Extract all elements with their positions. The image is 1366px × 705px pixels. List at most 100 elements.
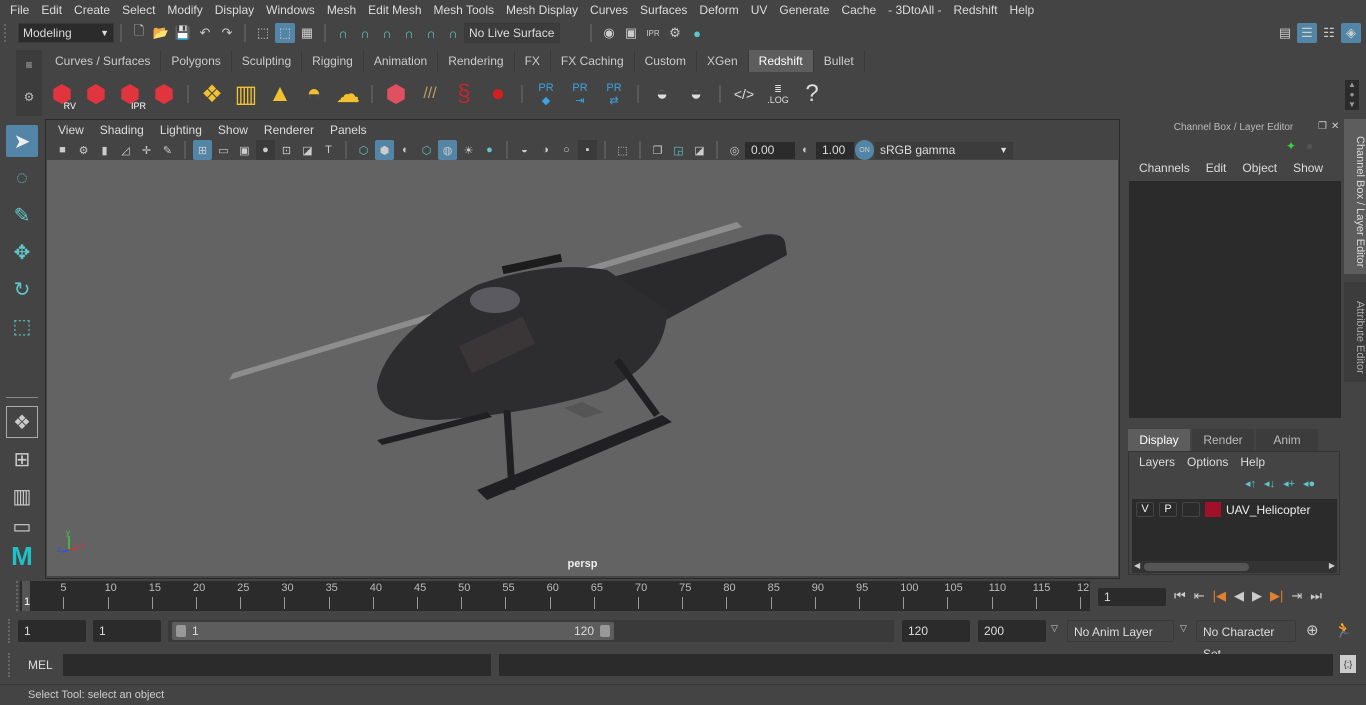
use-all-lights-icon[interactable]: ☀ — [459, 140, 478, 160]
shelf-tab-fx[interactable]: FX — [514, 50, 551, 72]
film-gate-icon[interactable]: ▭ — [214, 140, 233, 160]
layer-playback-toggle[interactable]: P — [1159, 502, 1177, 517]
redshift-ipr-icon[interactable]: ⬢ IPR — [114, 77, 146, 112]
viewport-menu-show[interactable]: Show — [210, 123, 256, 137]
new-scene-icon[interactable]: 🗋 — [129, 23, 149, 43]
lasso-tool-icon[interactable]: ◌ — [6, 162, 38, 194]
play-forward-icon[interactable]: ▶ — [1252, 588, 1262, 604]
menu-mesh-display[interactable]: Mesh Display — [500, 3, 584, 17]
default-material-icon[interactable]: ◐ — [396, 140, 415, 160]
layer-tab-render[interactable]: Render — [1192, 429, 1254, 451]
layer-tab-display[interactable]: Display — [1128, 429, 1190, 451]
float-panel-icon[interactable]: ❐ — [1318, 121, 1327, 132]
shelf-menu-icon[interactable]: ≡ — [16, 58, 42, 72]
grip-handle[interactable] — [4, 24, 10, 42]
snap-view-icon[interactable]: ∩ — [399, 23, 419, 43]
screen-space-ao-icon[interactable]: ◒ — [515, 140, 534, 160]
rotate-tool-icon[interactable]: ↻ — [6, 273, 38, 305]
redshift-rv-icon[interactable]: ⬢ RV — [46, 77, 78, 112]
xray-components-icon[interactable]: ◪ — [690, 140, 709, 160]
paint-select-tool-icon[interactable]: ✎ — [6, 199, 38, 231]
shelf-scrollbar[interactable]: ▲ ● ▼ — [1345, 80, 1359, 110]
redo-icon[interactable]: ↷ — [217, 23, 237, 43]
pr-swap-icon[interactable]: PR ⇄ — [598, 77, 630, 111]
safe-title-icon[interactable]: T — [319, 140, 338, 160]
menu-cache[interactable]: Cache — [835, 3, 882, 17]
exposure-icon[interactable]: ◎ — [725, 140, 744, 160]
channel-menu-show[interactable]: Show — [1285, 161, 1331, 175]
scroll-thumb[interactable] — [1144, 563, 1249, 571]
textured-icon[interactable]: ◍ — [438, 140, 457, 160]
menu-mesh[interactable]: Mesh — [321, 3, 362, 17]
command-language-label[interactable]: MEL — [28, 658, 53, 672]
layer-menu-options[interactable]: Options — [1181, 455, 1234, 469]
new-layer-selected-icon[interactable]: ◂● — [1303, 477, 1315, 490]
shadows-icon[interactable]: ● — [480, 140, 499, 160]
image-plane-icon[interactable]: ◿ — [116, 140, 135, 160]
2d-pan-zoom-icon[interactable]: ✛ — [137, 140, 156, 160]
layer-scrollbar[interactable]: ◀ ▶ — [1132, 561, 1337, 573]
layer-visibility-toggle[interactable]: V — [1136, 502, 1154, 517]
depth-of-field-icon[interactable]: ▪ — [578, 140, 597, 160]
snap-grid-icon[interactable]: ∩ — [333, 23, 353, 43]
color-management-toggle-icon[interactable]: ON — [855, 140, 874, 160]
safe-action-icon[interactable]: ◪ — [298, 140, 317, 160]
go-to-end-icon[interactable]: ⏭ — [1310, 588, 1322, 604]
outliner-layout-icon[interactable]: ▥ — [6, 480, 38, 512]
layer-menu-help[interactable]: Help — [1234, 455, 1271, 469]
manipulator-icon[interactable]: ✦ — [1286, 139, 1296, 153]
menu-mesh-tools[interactable]: Mesh Tools — [428, 3, 500, 17]
menu-deform[interactable]: Deform — [693, 3, 744, 17]
menu-modify[interactable]: Modify — [161, 3, 208, 17]
redshift-sphere-icon[interactable]: ● — [482, 77, 514, 111]
command-input[interactable] — [63, 654, 491, 676]
grid-icon[interactable]: ⊞ — [193, 140, 212, 160]
grip-handle[interactable] — [8, 619, 12, 643]
grip-handle[interactable] — [8, 653, 12, 677]
mode-selector[interactable]: Modeling ▼ — [18, 23, 114, 43]
shelf-tab-bullet[interactable]: Bullet — [813, 50, 865, 72]
helicopter-model[interactable] — [47, 160, 1118, 576]
script-editor-icon[interactable]: {;} — [1340, 655, 1356, 673]
select-hierarchy-icon[interactable]: ⬚ — [253, 23, 273, 43]
tab-attribute-editor[interactable]: Attribute Editor — [1344, 282, 1366, 382]
hypershade-icon[interactable]: ● — [687, 23, 707, 43]
wireframe-icon[interactable]: ⬡ — [354, 140, 373, 160]
range-start-handle[interactable] — [176, 625, 186, 637]
attribute-editor-toggle-icon[interactable]: ☰ — [1297, 23, 1317, 43]
end-time-field[interactable]: 200 — [978, 620, 1046, 642]
render-settings-icon[interactable]: ⚙ — [665, 23, 685, 43]
shelf-settings-icon[interactable]: ⚙ — [16, 90, 42, 104]
channel-menu-channels[interactable]: Channels — [1131, 161, 1198, 175]
range-end-handle[interactable] — [600, 625, 610, 637]
ipr-render-icon[interactable]: IPR — [643, 23, 663, 43]
redshift-hair-icon[interactable]: /// — [414, 77, 446, 111]
help-icon[interactable]: ? — [796, 77, 828, 111]
scroll-left-icon[interactable]: ◀ — [1134, 561, 1140, 570]
menu-3dtoall[interactable]: - 3DtoAll - — [882, 3, 947, 17]
anim-layer-dropdown[interactable]: No Anim Layer — [1067, 620, 1174, 642]
pr-mesh-icon[interactable]: PR ◆ — [530, 77, 562, 111]
menu-file[interactable]: File — [4, 3, 35, 17]
menu-create[interactable]: Create — [68, 3, 116, 17]
snap-curve-icon[interactable]: ∩ — [355, 23, 375, 43]
grease-pencil-icon[interactable]: ✎ — [158, 140, 177, 160]
gamma-icon[interactable]: ◐ — [796, 140, 815, 160]
step-forward-icon[interactable]: ⇥ — [1291, 588, 1302, 604]
prev-key-icon[interactable]: |◀ — [1213, 588, 1226, 604]
anti-aliasing-icon[interactable]: ○ — [557, 140, 576, 160]
modeling-toolkit-icon[interactable]: ▤ — [1275, 23, 1295, 43]
channel-toggle-icon[interactable]: ● — [1306, 139, 1313, 153]
viewport-menu-lighting[interactable]: Lighting — [152, 123, 210, 137]
menu-edit[interactable]: Edit — [35, 3, 68, 17]
layer-menu-layers[interactable]: Layers — [1133, 455, 1181, 469]
gate-mask-icon[interactable]: ● — [256, 140, 275, 160]
shelf-tab-rendering[interactable]: Rendering — [438, 50, 515, 72]
layer-color-swatch[interactable] — [1205, 502, 1221, 517]
resolution-gate-icon[interactable]: ▣ — [235, 140, 254, 160]
playback-start-field[interactable]: 1 — [93, 620, 161, 642]
shelf-tab-redshift[interactable]: Redshift — [748, 50, 814, 72]
layer-tab-anim[interactable]: Anim — [1256, 429, 1318, 451]
live-surface-field[interactable]: No Live Surface — [464, 23, 560, 43]
script-editor-icon[interactable]: </> — [728, 77, 760, 111]
